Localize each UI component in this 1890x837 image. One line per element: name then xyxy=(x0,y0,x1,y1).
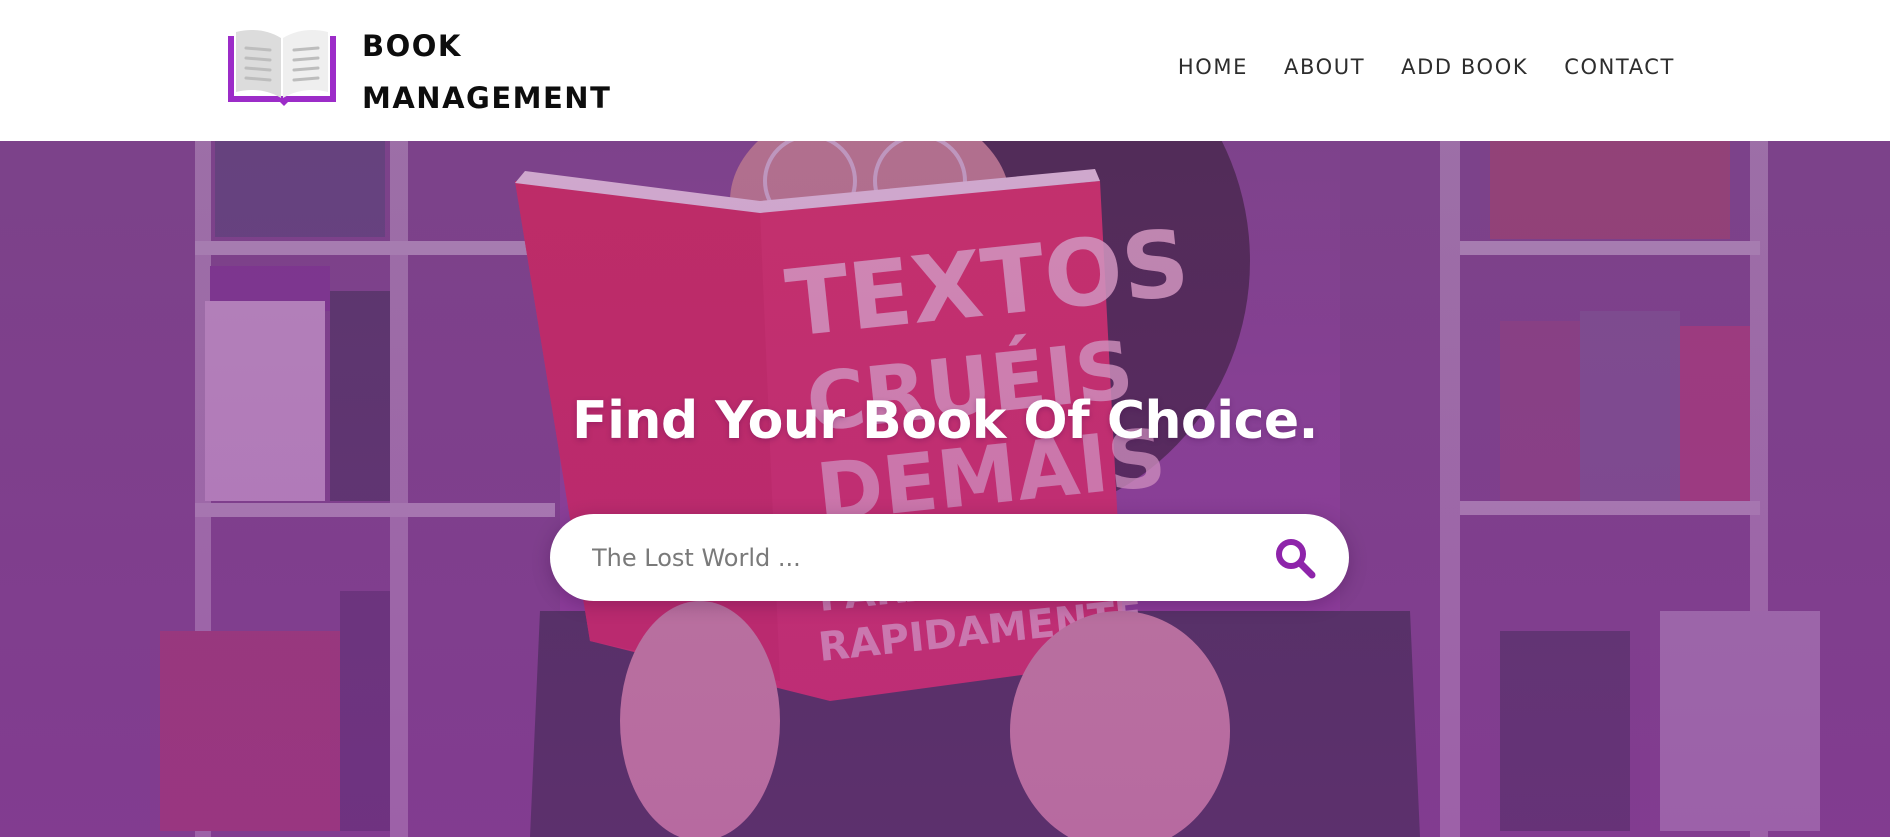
search-icon[interactable] xyxy=(1271,534,1319,582)
site-header: BOOK MANAGEMENT HOME ABOUT ADD BOOK CONT… xyxy=(0,0,1890,141)
nav-about[interactable]: ABOUT xyxy=(1284,48,1365,86)
nav-home[interactable]: HOME xyxy=(1178,48,1248,86)
main-nav: HOME ABOUT ADD BOOK CONTACT xyxy=(1178,48,1675,86)
nav-contact[interactable]: CONTACT xyxy=(1564,48,1675,86)
search-input[interactable] xyxy=(592,514,1232,601)
brand-line-1: BOOK xyxy=(362,29,462,63)
nav-add-book[interactable]: ADD BOOK xyxy=(1401,48,1528,86)
hero-overlay xyxy=(0,141,1890,837)
brand-line-2: MANAGEMENT xyxy=(362,81,612,115)
hero-title: Find Your Book Of Choice. xyxy=(572,391,1318,451)
brand-title[interactable]: BOOK MANAGEMENT xyxy=(362,20,611,124)
open-book-icon[interactable] xyxy=(226,26,338,108)
search-bar xyxy=(550,514,1349,601)
hero-section: TEXTOS CRUÉIS DEMAIS PARA SEREM LIDOS RA… xyxy=(0,141,1890,837)
